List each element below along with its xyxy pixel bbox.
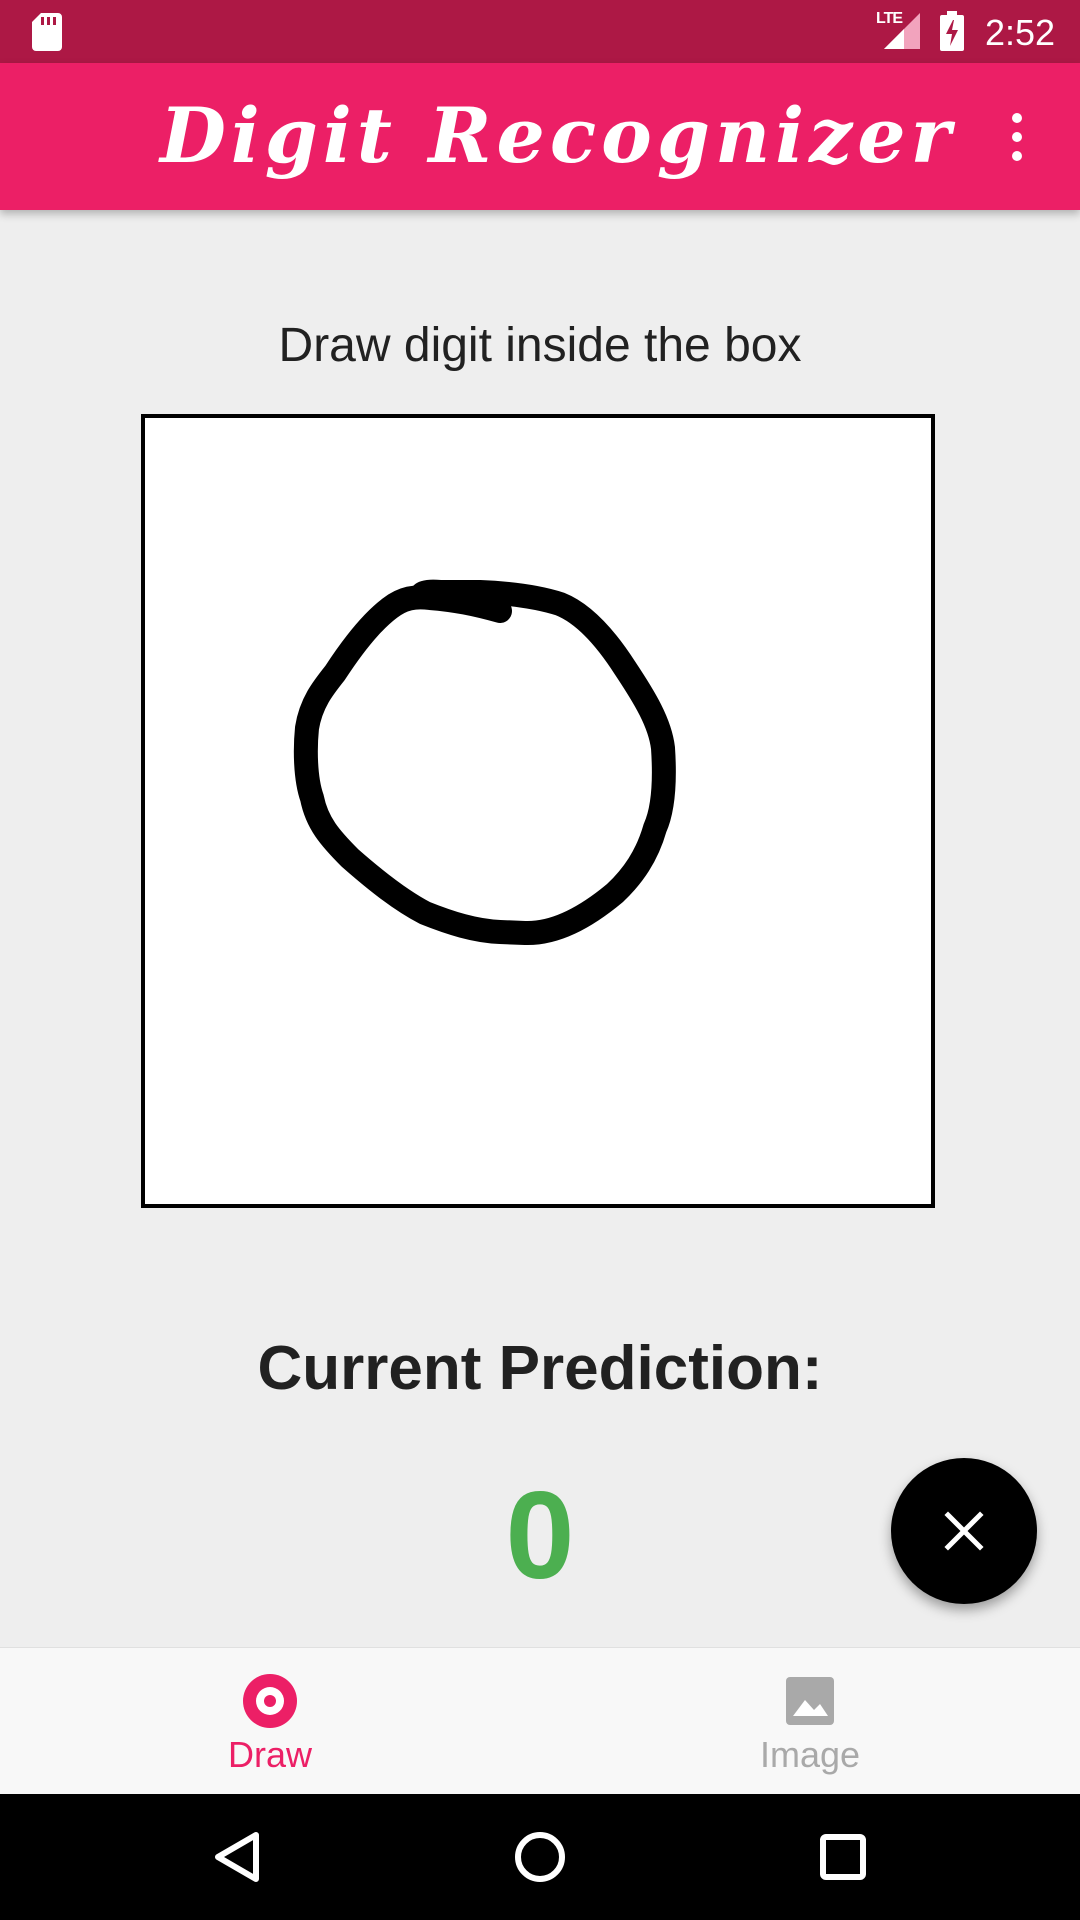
app-title: Digit Recognizer [160,91,956,180]
more-vert-icon[interactable] [1000,113,1034,169]
nav-item-image[interactable]: Image [540,1648,1080,1795]
back-icon[interactable] [206,1827,266,1887]
prediction-label: Current Prediction: [257,1334,823,1403]
system-navigation-bar [0,1794,1080,1920]
bottom-navigation: Draw Image [0,1647,1080,1795]
nav-label-draw: Draw [227,1734,312,1775]
drawn-stroke [293,579,676,946]
clear-canvas-button[interactable] [891,1458,1037,1604]
draw-instruction: Draw digit inside the box [278,319,802,372]
drawing-canvas[interactable] [141,414,935,1208]
nav-label-image: Image [759,1734,861,1775]
close-icon [944,1511,984,1551]
nav-item-draw[interactable]: Draw [0,1648,540,1795]
battery-charging-icon [940,11,964,51]
home-icon[interactable] [510,1827,570,1887]
app-bar: Digit Recognizer [0,63,1080,210]
status-bar: LTE 2:52 [0,0,1080,63]
cell-signal-icon [884,13,920,49]
sd-card-icon [32,13,62,51]
status-clock: 2:52 [985,12,1056,53]
recents-icon[interactable] [813,1827,873,1887]
image-icon [786,1677,834,1725]
draw-target-icon [243,1674,297,1728]
